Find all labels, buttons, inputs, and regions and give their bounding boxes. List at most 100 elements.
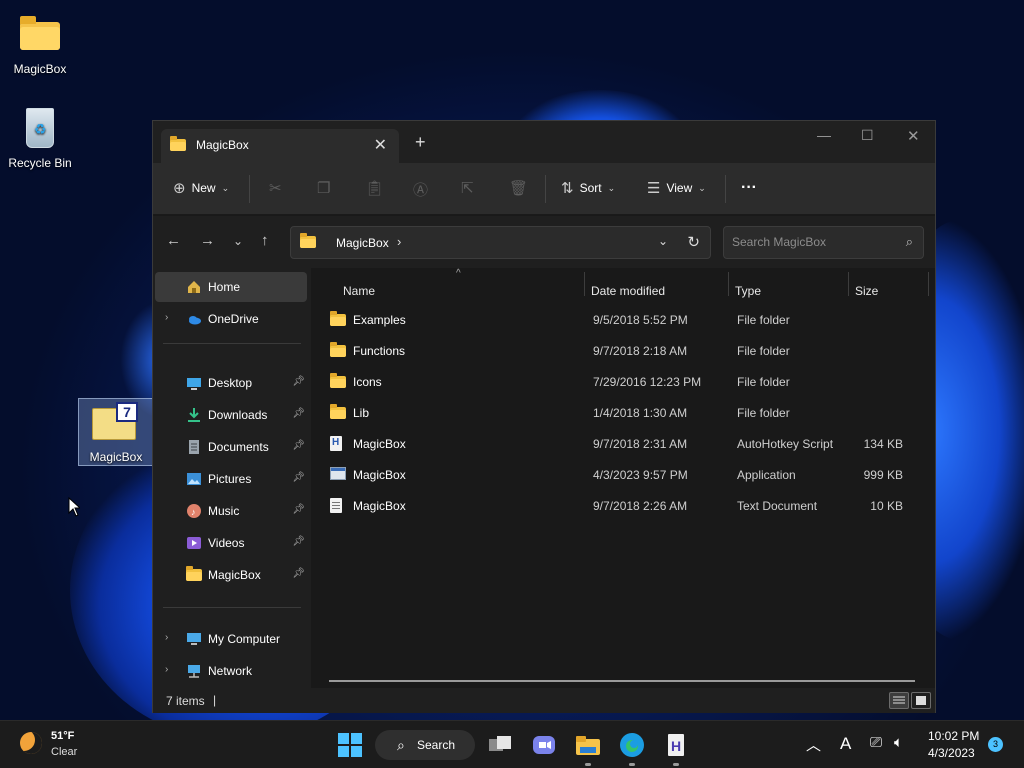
input-method-indicator[interactable]: A [840, 734, 851, 754]
nav-item-home[interactable]: Home [155, 272, 307, 302]
pin-icon[interactable]: 📌︎ [292, 504, 305, 515]
folder-icon [300, 233, 316, 251]
new-button-label: New [191, 181, 216, 195]
breadcrumb-magicbox[interactable]: MagicBox [336, 236, 389, 250]
taskbar-search-button[interactable]: ⌕ Search [375, 730, 475, 760]
weather-temperature[interactable]: 51°F [51, 730, 74, 742]
autohotkey-taskbar-icon[interactable]: H [662, 731, 690, 759]
rename-button[interactable]: Ⓐ [413, 179, 428, 200]
file-row[interactable]: MagicBox 4/3/2023 9:57 PM Application 999 K… [323, 459, 923, 489]
close-tab-icon[interactable]: ✕ [374, 135, 387, 155]
sort-ascending-icon: ^ [456, 268, 461, 279]
column-header-date[interactable]: Date modified [591, 276, 665, 302]
tab-magicbox[interactable]: MagicBox ✕ [161, 129, 399, 163]
nav-item-desktop[interactable]: Desktop 📌︎ [155, 368, 307, 398]
column-header-type[interactable]: Type [735, 276, 761, 302]
start-button[interactable] [338, 733, 362, 757]
folder-icon [330, 311, 346, 326]
new-button[interactable]: ⊕ New ⌄ [173, 179, 229, 197]
trash-icon: 🗑︎ [509, 180, 529, 197]
refresh-icon[interactable]: ↻ [687, 233, 700, 251]
nav-item-downloads[interactable]: Downloads 📌︎ [155, 400, 307, 430]
nav-item-documents[interactable]: Documents 📌︎ [155, 432, 307, 462]
desktop-icon-magicbox-folder[interactable]: MagicBox [0, 12, 80, 76]
speaker-volume-icon[interactable]: 🔈︎ [894, 734, 903, 751]
copy-button[interactable]: ❐ [317, 179, 330, 197]
minimize-button[interactable]: — [817, 127, 831, 143]
nav-item-network[interactable]: › Network [155, 656, 307, 686]
file-row[interactable]: Lib 1/4/2018 1:30 AM File folder [323, 397, 923, 427]
nav-item-videos[interactable]: Videos 📌︎ [155, 528, 307, 558]
nav-item-magicbox[interactable]: MagicBox 📌︎ [155, 560, 307, 590]
recycle-bin-icon: ♻ [18, 106, 62, 150]
address-bar[interactable]: MagicBox › ⌄ ↻ [290, 226, 711, 259]
clock-time[interactable]: 10:02 PM [928, 729, 979, 743]
nav-item-pictures[interactable]: Pictures 📌︎ [155, 464, 307, 494]
sort-button[interactable]: ⇅ Sort ⌄ [561, 179, 615, 197]
horizontal-scrollbar[interactable] [329, 680, 915, 682]
file-row[interactable]: MagicBox 9/7/2018 2:31 AM AutoHotkey Scrip… [323, 428, 923, 458]
share-button[interactable]: ⇱ [461, 179, 474, 197]
back-arrow-icon[interactable]: ← [166, 232, 181, 249]
notification-badge[interactable]: 3 [988, 737, 1003, 752]
pin-icon[interactable]: 📌︎ [292, 472, 305, 483]
nav-item-my-computer[interactable]: › My Computer [155, 624, 307, 654]
plus-circle-icon: ⊕ [173, 180, 186, 197]
file-row[interactable]: Examples 9/5/2018 5:52 PM File folder [323, 304, 923, 334]
address-dropdown-icon[interactable]: ⌄ [658, 234, 668, 248]
file-date-modified: 4/3/2023 9:57 PM [593, 468, 688, 482]
maximize-button[interactable]: ☐ [861, 127, 874, 144]
music-icon: ♪ [186, 503, 202, 519]
view-button[interactable]: ☰ View ⌄ [647, 179, 706, 197]
close-window-button[interactable]: ✕ [907, 127, 920, 145]
expand-chevron-icon[interactable]: › [165, 632, 168, 643]
moon-weather-icon[interactable] [20, 732, 42, 754]
column-header-name[interactable]: Name [343, 276, 375, 302]
search-icon: ⌕ [905, 234, 913, 249]
recent-locations-chevron-icon[interactable]: ⌄ [233, 234, 243, 248]
show-hidden-icons-chevron[interactable]: ︿ [806, 734, 821, 755]
teams-chat-icon[interactable] [530, 731, 558, 759]
more-options-button[interactable]: ··· [741, 179, 757, 197]
pin-icon[interactable]: 📌︎ [292, 568, 305, 579]
up-arrow-icon[interactable]: ↑ [261, 232, 269, 249]
file-row[interactable]: Icons 7/29/2016 12:23 PM File folder [323, 366, 923, 396]
paste-icon: 📋︎ [365, 180, 385, 197]
column-header-size[interactable]: Size [855, 276, 878, 302]
clock-date[interactable]: 4/3/2023 [928, 746, 975, 760]
edge-browser-icon[interactable] [618, 731, 646, 759]
file-explorer-taskbar-icon[interactable] [574, 731, 602, 759]
pin-icon[interactable]: 📌︎ [292, 408, 305, 419]
pin-icon[interactable]: 📌︎ [292, 376, 305, 387]
expand-chevron-icon[interactable]: › [165, 664, 168, 675]
task-view-icon[interactable] [486, 731, 514, 759]
file-row[interactable]: MagicBox 9/7/2018 2:26 AM Text Document 10 … [323, 490, 923, 520]
nav-item-music[interactable]: ♪ Music 📌︎ [155, 496, 307, 526]
search-icon: ⌕ [397, 737, 405, 753]
svg-text:H: H [671, 738, 681, 754]
cut-button[interactable]: ✂ [269, 179, 282, 197]
taskbar: 51°F Clear ⌕ Search H ︿ A ⎚ 🔈︎ 10:02 PM … [0, 720, 1024, 768]
view-button-label: View [666, 181, 693, 195]
search-box[interactable]: ⌕ [723, 226, 924, 259]
file-type: Application [737, 468, 796, 482]
monitor-icon[interactable]: ⎚ [870, 734, 882, 751]
desktop-icon-recycle-bin[interactable]: ♻ Recycle Bin [0, 106, 80, 170]
tiles-view-button[interactable] [911, 692, 931, 709]
pin-icon[interactable]: 📌︎ [292, 440, 305, 451]
search-input[interactable] [732, 235, 892, 249]
forward-arrow-icon[interactable]: → [200, 232, 215, 249]
weather-condition[interactable]: Clear [51, 746, 77, 758]
delete-button[interactable]: 🗑︎ [509, 179, 528, 197]
desktop-icon-label: Recycle Bin [8, 156, 72, 170]
file-row[interactable]: Functions 9/7/2018 2:18 AM File folder [323, 335, 923, 365]
pin-icon[interactable]: 📌︎ [292, 536, 305, 547]
nav-item-onedrive[interactable]: › OneDrive [155, 304, 307, 334]
breadcrumb-separator[interactable]: › [397, 234, 401, 249]
expand-chevron-icon[interactable]: › [165, 312, 168, 323]
file-date-modified: 9/7/2018 2:31 AM [593, 437, 688, 451]
details-view-button[interactable] [889, 692, 909, 709]
new-tab-button[interactable]: + [415, 133, 426, 151]
running-indicator [585, 763, 591, 766]
paste-button[interactable]: 📋︎ [365, 179, 384, 197]
